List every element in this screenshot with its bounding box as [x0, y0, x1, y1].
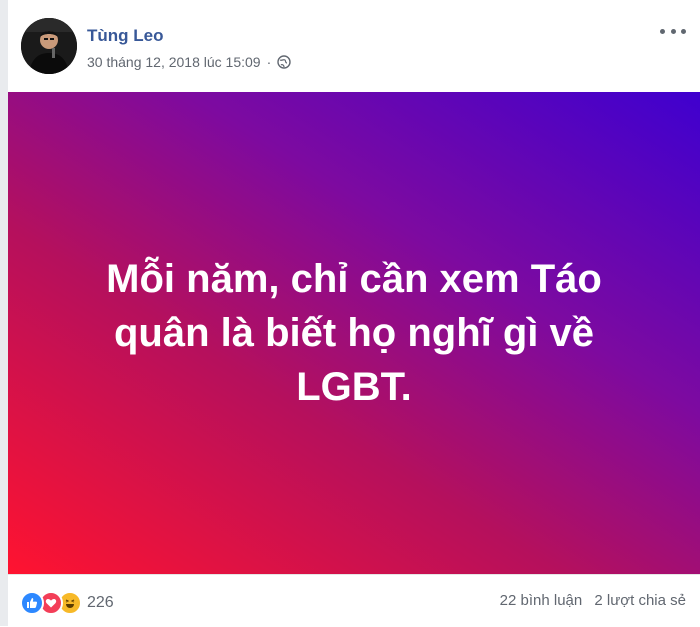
post-card: Tùng Leo 30 tháng 12, 2018 lúc 15:09 · M… [0, 0, 700, 626]
post-text-line-1: Mỗi năm, chỉ cần xem Táo [106, 257, 602, 301]
post-text-line-2: quân là biết họ nghĩ gì về LGBT. [113, 311, 595, 409]
comments-count-link[interactable]: 22 bình luận [500, 592, 583, 609]
post-footer: 226 22 bình luận 2 lượt chia sẻ [8, 574, 700, 627]
post-header: Tùng Leo 30 tháng 12, 2018 lúc 15:09 · [0, 0, 700, 92]
reaction-count: 226 [87, 594, 114, 611]
reactions-summary[interactable]: 226 [20, 591, 114, 615]
post-text: Mỗi năm, chỉ cần xem Táo quân là biết họ… [54, 252, 654, 414]
globe-icon[interactable] [277, 55, 291, 69]
avatar[interactable] [21, 18, 77, 74]
meta-separator: · [266, 54, 272, 70]
post-text-background: Mỗi năm, chỉ cần xem Táo quân là biết họ… [8, 92, 700, 574]
like-icon [20, 591, 44, 615]
more-options-icon[interactable] [660, 22, 686, 40]
post-timestamp[interactable]: 30 tháng 12, 2018 lúc 15:09 [87, 54, 261, 70]
author-name[interactable]: Tùng Leo [87, 26, 163, 46]
post-meta: 30 tháng 12, 2018 lúc 15:09 · [87, 54, 291, 70]
avatar-photo [21, 18, 77, 74]
engagement-stats: 22 bình luận 2 lượt chia sẻ [500, 592, 686, 609]
shares-count-link[interactable]: 2 lượt chia sẻ [594, 592, 686, 609]
